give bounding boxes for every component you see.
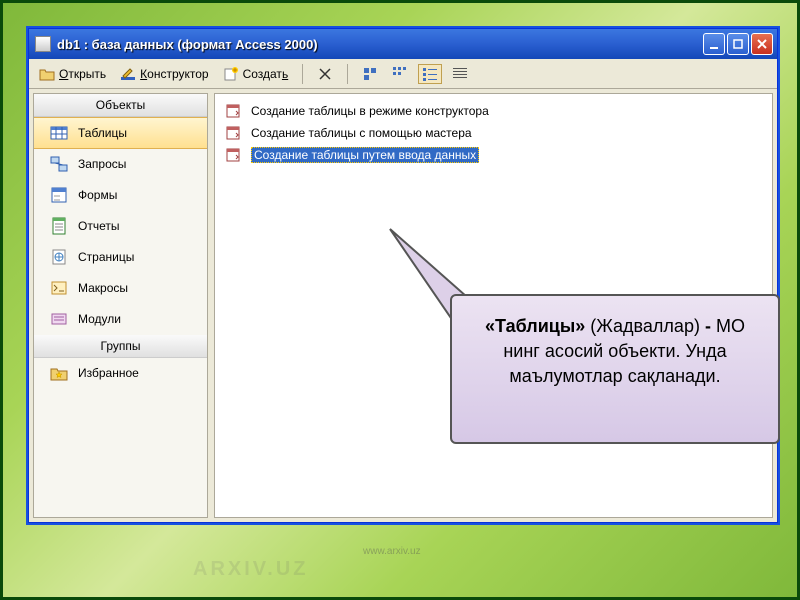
close-button[interactable]	[751, 33, 773, 55]
sidebar-item-label: Избранное	[78, 366, 139, 380]
sidebar-item-label: Макросы	[78, 281, 128, 295]
details-view-button[interactable]	[448, 64, 472, 84]
database-window: db1 : база данных (формат Access 2000) О…	[28, 28, 778, 523]
sidebar-item-label: Таблицы	[78, 126, 127, 140]
window-title: db1 : база данных (формат Access 2000)	[57, 37, 703, 52]
watermark-small: www.arxiv.uz	[363, 546, 421, 557]
minimize-button[interactable]	[703, 33, 725, 55]
details-icon	[452, 66, 468, 82]
maximize-button[interactable]	[727, 33, 749, 55]
sidebar-item-label: Запросы	[78, 157, 126, 171]
design-icon	[120, 66, 136, 82]
open-icon	[39, 66, 55, 82]
small-icons-icon	[392, 66, 408, 82]
sidebar-item-tables[interactable]: Таблицы	[34, 117, 207, 149]
wizard-icon	[225, 103, 241, 119]
form-icon	[50, 186, 68, 204]
watermark: ARXIV.UZ	[193, 558, 309, 581]
titlebar: db1 : база данных (формат Access 2000)	[29, 29, 777, 59]
list-item[interactable]: Создание таблицы с помощью мастера	[219, 122, 768, 144]
sidebar-item-label: Формы	[78, 188, 117, 202]
wizard-icon	[225, 147, 241, 163]
list-item[interactable]: Создание таблицы в режиме конструктора	[219, 100, 768, 122]
open-label: Открыть	[59, 67, 106, 81]
sidebar: Объекты Таблицы Запросы Формы	[33, 93, 208, 518]
main-pane: Создание таблицы в режиме конструктора С…	[214, 93, 773, 518]
list-item[interactable]: Создание таблицы путем ввода данных	[219, 144, 768, 166]
sidebar-header-objects[interactable]: Объекты	[34, 94, 207, 117]
separator	[302, 64, 303, 84]
sidebar-item-forms[interactable]: Формы	[34, 180, 207, 211]
report-icon	[50, 217, 68, 235]
callout-text: (Жадваллар)	[585, 316, 705, 336]
sidebar-item-queries[interactable]: Запросы	[34, 149, 207, 180]
sidebar-item-label: Отчеты	[78, 219, 119, 233]
sidebar-item-pages[interactable]: Страницы	[34, 242, 207, 273]
table-icon	[50, 124, 68, 142]
callout-bold: «Таблицы»	[485, 316, 585, 336]
sidebar-item-label: Страницы	[78, 250, 134, 264]
list-item-label: Создание таблицы в режиме конструктора	[251, 104, 489, 118]
separator	[347, 64, 348, 84]
callout-box: «Таблицы» (Жадваллар) - МО нинг асосий о…	[450, 294, 780, 444]
macro-icon	[50, 279, 68, 297]
list-icon	[422, 66, 438, 82]
sidebar-item-reports[interactable]: Отчеты	[34, 211, 207, 242]
create-icon	[223, 66, 239, 82]
sidebar-header-groups[interactable]: Группы	[34, 335, 207, 358]
sidebar-item-modules[interactable]: Модули	[34, 304, 207, 335]
delete-icon	[317, 66, 333, 82]
query-icon	[50, 155, 68, 173]
sidebar-item-favorites[interactable]: Избранное	[34, 358, 207, 389]
wizard-icon	[225, 125, 241, 141]
large-icons-icon	[362, 66, 378, 82]
open-button[interactable]: Открыть	[35, 64, 110, 84]
large-icons-button[interactable]	[358, 64, 382, 84]
design-label: Конструктор	[140, 67, 208, 81]
toolbar: Открыть Конструктор Создать	[29, 59, 777, 89]
create-label: Создать	[243, 67, 289, 81]
module-icon	[50, 310, 68, 328]
sidebar-item-label: Модули	[78, 312, 121, 326]
create-button[interactable]: Создать	[219, 64, 293, 84]
list-item-label: Создание таблицы путем ввода данных	[251, 147, 479, 163]
page-icon	[50, 248, 68, 266]
design-button[interactable]: Конструктор	[116, 64, 212, 84]
sidebar-item-macros[interactable]: Макросы	[34, 273, 207, 304]
favorites-icon	[50, 364, 68, 382]
list-view-button[interactable]	[418, 64, 442, 84]
small-icons-button[interactable]	[388, 64, 412, 84]
list-item-label: Создание таблицы с помощью мастера	[251, 126, 472, 140]
delete-button[interactable]	[313, 64, 337, 84]
window-icon	[35, 36, 51, 52]
